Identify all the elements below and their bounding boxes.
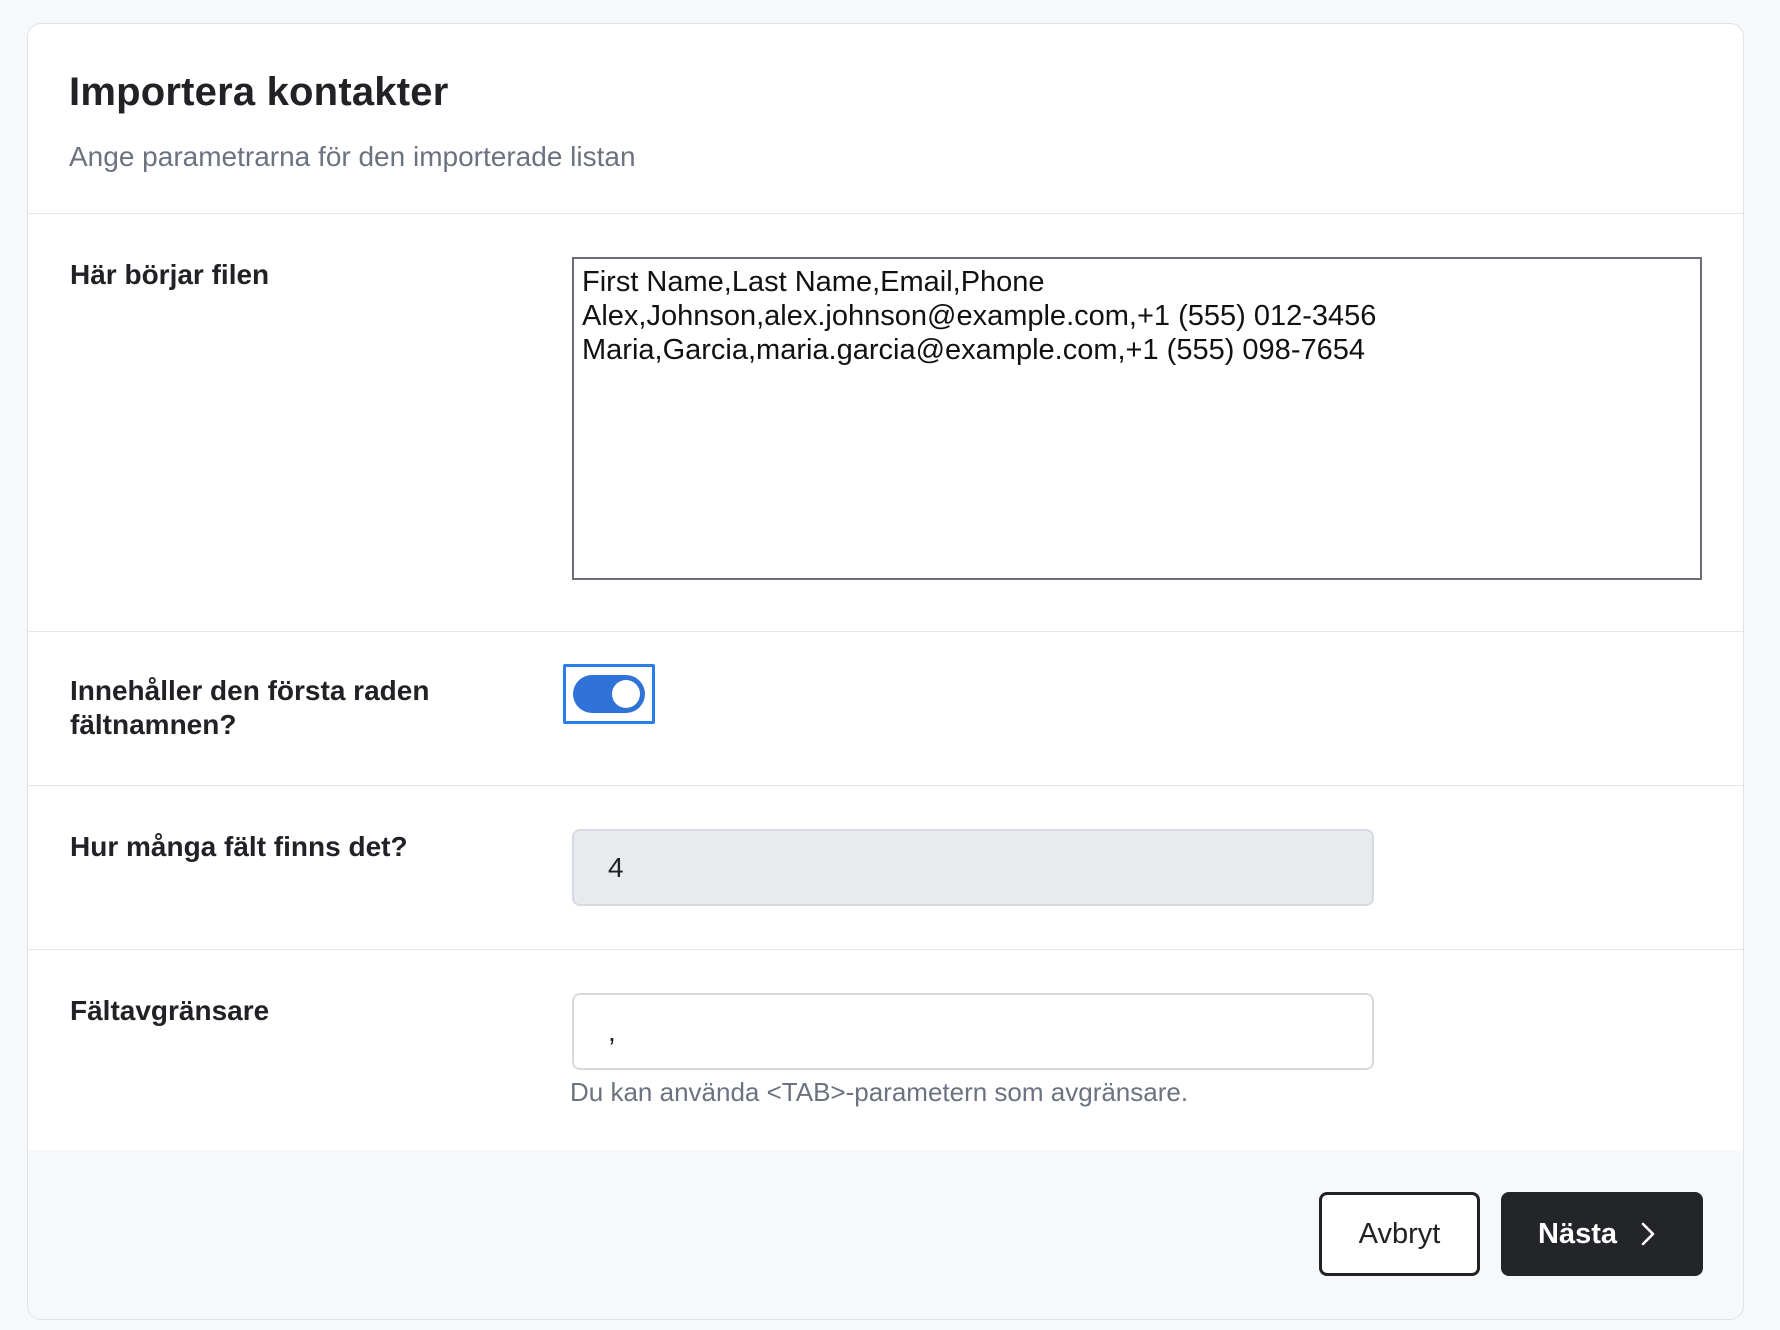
next-button-label: Nästa bbox=[1538, 1217, 1617, 1250]
card-footer: Avbryt Nästa bbox=[28, 1150, 1743, 1319]
delimiter-row: Fältavgränsare , Du kan använda <TAB>-pa… bbox=[28, 950, 1743, 1152]
field-count-input[interactable]: 4 bbox=[572, 829, 1374, 906]
cancel-button-label: Avbryt bbox=[1358, 1217, 1441, 1250]
chevron-right-icon bbox=[1641, 1222, 1655, 1246]
file-start-label: Här börjar filen bbox=[70, 259, 270, 290]
header-row-row: Innehåller den första raden fältnamnen? bbox=[28, 632, 1743, 786]
field-count-label: Hur många fält finns det? bbox=[70, 831, 408, 862]
delimiter-label: Fältavgränsare bbox=[70, 995, 270, 1026]
file-start-textarea[interactable]: First Name,Last Name,Email,Phone Alex,Jo… bbox=[572, 257, 1702, 580]
header-row-label: Innehåller den första raden fältnamnen? bbox=[70, 675, 430, 740]
import-contacts-card: Importera kontakter Ange parametrarna fö… bbox=[27, 23, 1744, 1320]
card-header: Importera kontakter Ange parametrarna fö… bbox=[28, 24, 1743, 214]
file-start-row: Här börjar filen First Name,Last Name,Em… bbox=[28, 214, 1743, 632]
toggle-knob bbox=[612, 680, 640, 708]
delimiter-input[interactable]: , bbox=[572, 993, 1374, 1070]
page-subtitle: Ange parametrarna för den importerade li… bbox=[69, 141, 636, 172]
cancel-button[interactable]: Avbryt bbox=[1319, 1192, 1480, 1276]
header-row-toggle[interactable] bbox=[573, 675, 645, 713]
page-title: Importera kontakter bbox=[69, 70, 449, 114]
next-button[interactable]: Nästa bbox=[1501, 1192, 1703, 1276]
header-row-toggle-focus[interactable] bbox=[563, 664, 655, 724]
field-count-row: Hur många fält finns det? 4 bbox=[28, 786, 1743, 950]
delimiter-hint: Du kan använda <TAB>-parametern som avgr… bbox=[570, 1077, 1189, 1107]
